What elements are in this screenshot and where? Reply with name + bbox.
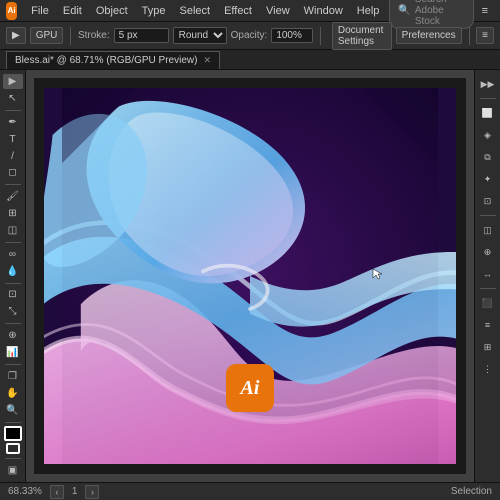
toolbar-sep-3 <box>469 27 470 45</box>
menu-window[interactable]: Window <box>298 3 349 19</box>
menu-help[interactable]: Help <box>351 3 386 19</box>
panel-sep-2 <box>480 215 496 216</box>
panel-btn-9[interactable]: ↔ <box>478 264 498 284</box>
menu-view[interactable]: View <box>260 3 296 19</box>
search-bar[interactable]: 🔍 Search Adobe Stock <box>389 0 473 29</box>
menu-object[interactable]: Object <box>90 3 134 19</box>
next-page-btn[interactable]: › <box>85 485 99 499</box>
tool-sep-7 <box>5 422 21 423</box>
stroke-label: Stroke: <box>78 30 110 41</box>
panel-sep-3 <box>480 288 496 289</box>
left-toolbar: ▶ ↖ ✒ T / ◻ 🖌 ⊞ ◫ ∞ 💧 ⊡ ⤡ ⊕ 📊 ❐ ✋ 🔍 ▣ <box>0 70 26 482</box>
menu-select[interactable]: Select <box>173 3 216 19</box>
tool-hand[interactable]: ✋ <box>3 386 23 401</box>
main-layout: ▶ ↖ ✒ T / ◻ 🖌 ⊞ ◫ ∞ 💧 ⊡ ⤡ ⊕ 📊 ❐ ✋ 🔍 ▣ <box>0 70 500 482</box>
page-indicator: 1 <box>72 486 78 497</box>
menu-edit[interactable]: Edit <box>57 3 88 19</box>
preferences-btn[interactable]: Preferences <box>396 27 462 44</box>
tool-sep-1 <box>5 110 21 111</box>
zoom-display: 68.33% <box>8 486 42 497</box>
panel-btn-7[interactable]: ◫ <box>478 220 498 240</box>
tab-filename: Bless.ai* @ 68.71% (RGB/GPU Preview) <box>15 55 197 66</box>
tool-line[interactable]: / <box>3 149 23 164</box>
tool-sep-5 <box>5 323 21 324</box>
menu-extra[interactable]: ≡ <box>476 3 494 19</box>
panel-sep-1 <box>480 98 496 99</box>
panel-btn-10[interactable]: ⬛ <box>478 293 498 313</box>
panel-btn-6[interactable]: ⊡ <box>478 191 498 211</box>
tool-eyedrop[interactable]: 💧 <box>3 264 23 279</box>
toolbar-mode[interactable]: GPU <box>30 27 64 44</box>
tool-zoom[interactable]: 🔍 <box>3 403 23 418</box>
panel-btn-8[interactable]: ⊕ <box>478 242 498 262</box>
search-icon: 🔍 <box>398 5 410 16</box>
tool-sep-4 <box>5 283 21 284</box>
toolbar-arrow[interactable]: ▶ <box>6 27 26 44</box>
arrange-btn[interactable]: ≡ <box>476 27 494 44</box>
tool-symbol[interactable]: ⊕ <box>3 328 23 343</box>
toolbar-sep-1 <box>70 27 71 45</box>
opacity-input[interactable] <box>271 28 313 43</box>
selection-status: Selection <box>451 486 492 497</box>
tool-fill[interactable] <box>4 426 22 440</box>
search-label: Search Adobe Stock <box>415 0 465 27</box>
app-icon: Ai <box>6 2 17 20</box>
ai-logo-text: Ai <box>241 377 260 400</box>
panel-btn-4[interactable]: ⧉ <box>478 147 498 167</box>
right-panel: ▶▶ ⬜ ◈ ⧉ ✦ ⊡ ◫ ⊕ ↔ ⬛ ≡ ⊞ ⋮ <box>474 70 500 482</box>
tool-select[interactable]: ▶ <box>3 74 23 89</box>
active-tab[interactable]: Bless.ai* @ 68.71% (RGB/GPU Preview) ✕ <box>6 51 220 69</box>
toolbar-sep-2 <box>320 27 321 45</box>
stroke-input[interactable] <box>114 28 169 43</box>
panel-btn-11[interactable]: ≡ <box>478 315 498 335</box>
panel-btn-13[interactable]: ⋮ <box>478 359 498 379</box>
tool-type[interactable]: T <box>3 132 23 147</box>
tab-bar: Bless.ai* @ 68.71% (RGB/GPU Preview) ✕ <box>0 50 500 70</box>
tool-sep-3 <box>5 242 21 243</box>
tool-warp[interactable]: ⤡ <box>3 304 23 319</box>
tool-paint[interactable]: 🖌 <box>3 189 23 204</box>
doc-settings-btn[interactable]: Document Settings <box>332 22 392 50</box>
menu-bar: Ai File Edit Object Type Select Effect V… <box>0 0 500 22</box>
tool-direct-select[interactable]: ↖ <box>3 91 23 106</box>
tool-artboard[interactable]: ❐ <box>3 369 23 384</box>
tab-close-btn[interactable]: ✕ <box>203 55 211 66</box>
tool-screen-mode[interactable]: ▣ <box>3 463 23 478</box>
tool-scale[interactable]: ⊡ <box>3 287 23 302</box>
artwork-canvas[interactable]: Ai <box>44 88 456 464</box>
stroke-type-select[interactable]: Round Miter Bevel <box>173 27 227 44</box>
panel-btn-5[interactable]: ✦ <box>478 169 498 189</box>
panel-btn-12[interactable]: ⊞ <box>478 337 498 357</box>
tool-graph[interactable]: 📊 <box>3 345 23 360</box>
status-bar: 68.33% ‹ 1 › Selection <box>0 482 500 500</box>
panel-btn-2[interactable]: ⬜ <box>478 103 498 123</box>
tool-gradient[interactable]: ◫ <box>3 223 23 238</box>
canvas-area: Ai <box>26 70 474 482</box>
prev-page-btn[interactable]: ‹ <box>50 485 64 499</box>
tool-shape[interactable]: ◻ <box>3 166 23 181</box>
tool-blend[interactable]: ∞ <box>3 247 23 262</box>
zoom-value: 68.33% <box>8 486 42 497</box>
menu-type[interactable]: Type <box>136 3 172 19</box>
menu-effect[interactable]: Effect <box>218 3 258 19</box>
tool-stroke[interactable] <box>6 443 20 454</box>
tool-mesh[interactable]: ⊞ <box>3 206 23 221</box>
ai-logo-overlay: Ai <box>226 364 274 412</box>
tool-sep-6 <box>5 364 21 365</box>
toolbar: ▶ GPU Stroke: Round Miter Bevel Opacity:… <box>0 22 500 50</box>
opacity-label: Opacity: <box>231 30 268 41</box>
tool-sep-8 <box>5 458 21 459</box>
tool-sep-2 <box>5 184 21 185</box>
panel-btn-1[interactable]: ▶▶ <box>478 74 498 94</box>
panel-btn-3[interactable]: ◈ <box>478 125 498 145</box>
tool-pen[interactable]: ✒ <box>3 115 23 130</box>
menu-file[interactable]: File <box>25 3 55 19</box>
